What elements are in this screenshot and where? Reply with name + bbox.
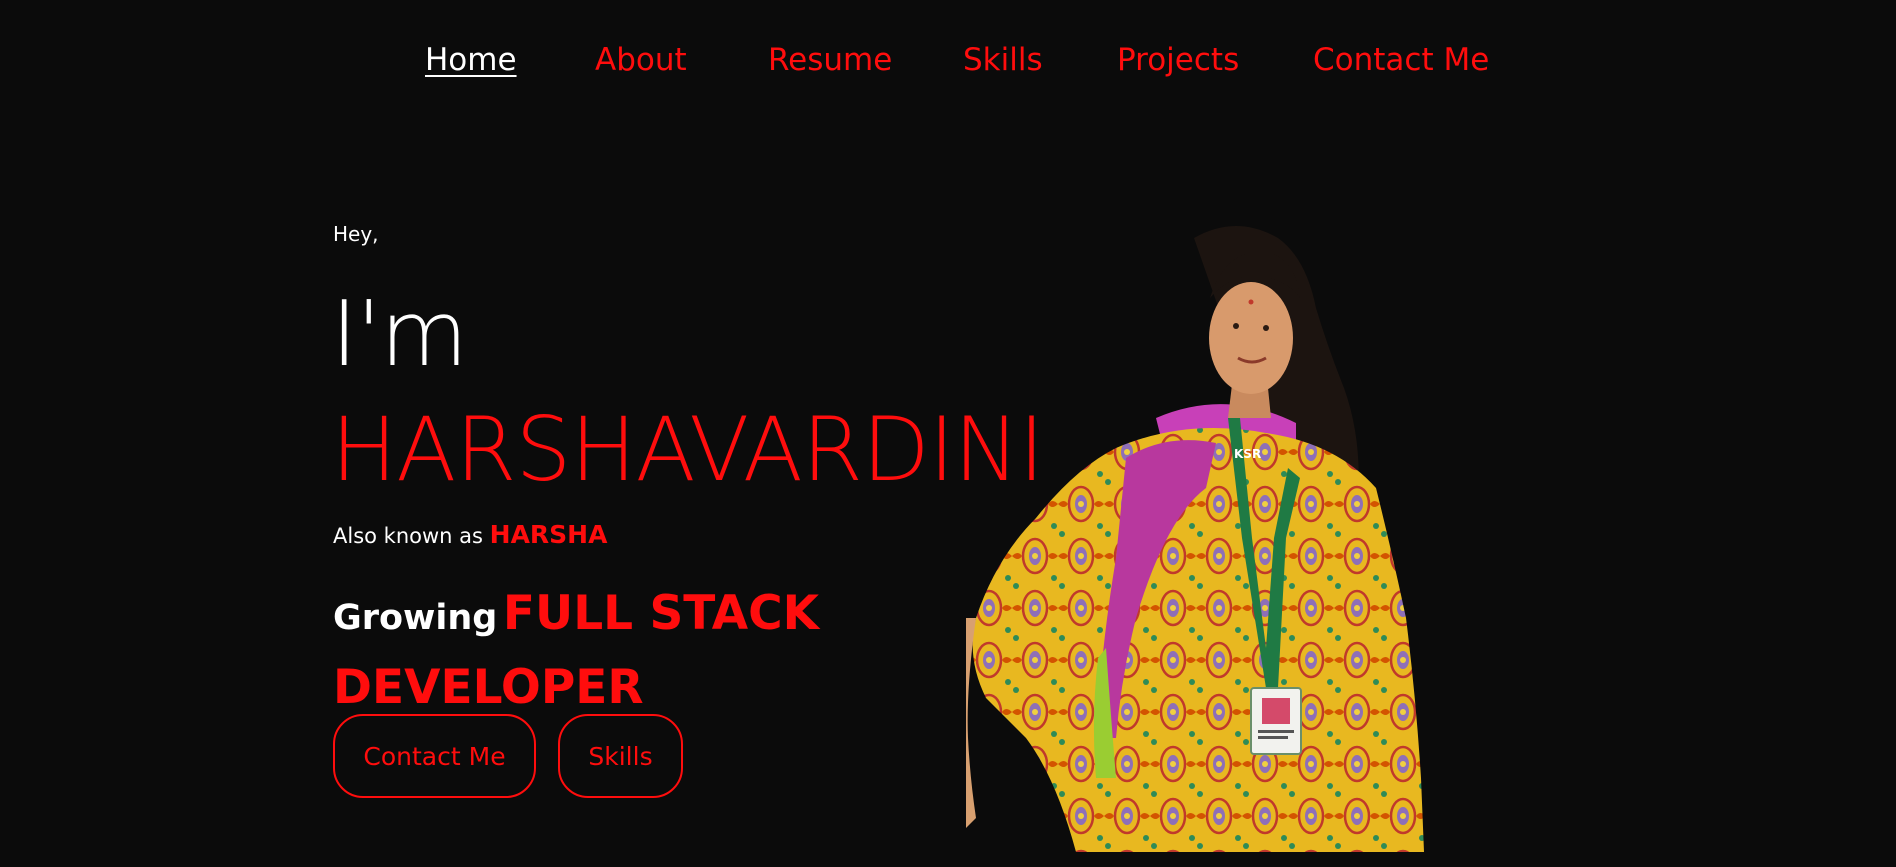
aka-prefix: Also known as: [333, 524, 483, 548]
aka-line: Also known as HARSHA: [333, 520, 607, 549]
nav-home-link[interactable]: Home: [425, 38, 517, 82]
nav-skills-link[interactable]: Skills: [963, 38, 1043, 82]
face-shape: [1209, 282, 1293, 394]
page: Home About Resume Skills Projects Contac…: [0, 0, 1896, 867]
nickname: HARSHA: [489, 520, 608, 549]
hero-name: HARSHAVARDINI: [331, 398, 1045, 501]
top-nav: Home About Resume Skills Projects Contac…: [0, 38, 1896, 82]
intro-text: I'm: [331, 282, 468, 387]
nav-about-link[interactable]: About: [595, 38, 687, 82]
lanyard-text: KSR: [1234, 447, 1261, 461]
nav-resume-link[interactable]: Resume: [768, 38, 892, 82]
skills-button[interactable]: Skills: [558, 714, 683, 798]
profile-photo: KSR: [966, 226, 1424, 852]
role-line: Growing FULL STACK DEVELOPER: [333, 582, 893, 730]
nav-contact-link[interactable]: Contact Me: [1313, 38, 1489, 82]
nav-projects-link[interactable]: Projects: [1117, 38, 1239, 82]
role-prefix: Growing: [333, 598, 498, 638]
greeting-text: Hey,: [333, 222, 379, 246]
contact-me-button[interactable]: Contact Me: [333, 714, 536, 798]
